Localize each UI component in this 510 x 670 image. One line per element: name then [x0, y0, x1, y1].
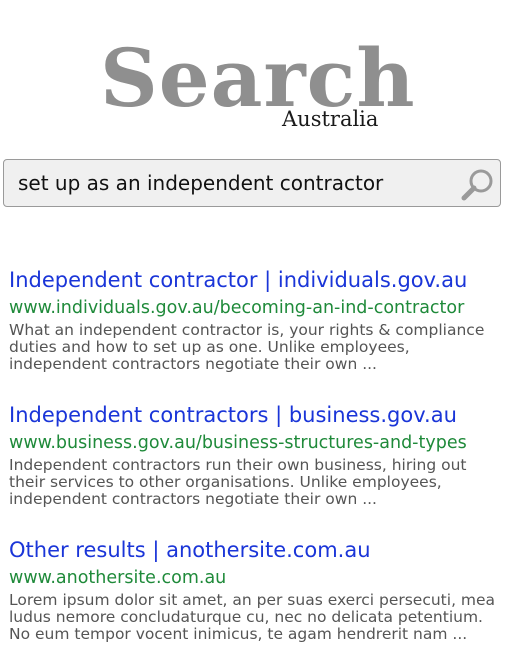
- result-snippet: Lorem ipsum dolor sit amet, an per suas …: [9, 591, 496, 643]
- result-title-link[interactable]: Independent contractors | business.gov.a…: [9, 400, 504, 430]
- result-url[interactable]: www.individuals.gov.au/becoming-an-ind-c…: [9, 295, 504, 321]
- logo-subtitle: Australia: [282, 107, 379, 131]
- result-title-link[interactable]: Other results | anothersite.com.au: [9, 535, 504, 565]
- result-snippet: What an independent contractor is, your …: [9, 321, 485, 373]
- result-item: Independent contractor | individuals.gov…: [9, 265, 504, 373]
- site-logo: Search Australia: [100, 30, 415, 131]
- result-item: Other results | anothersite.com.au www.a…: [9, 535, 504, 643]
- search-results: Independent contractor | individuals.gov…: [9, 265, 504, 670]
- result-snippet: Independent contractors run their own bu…: [9, 456, 467, 508]
- result-title-link[interactable]: Independent contractor | individuals.gov…: [9, 265, 504, 295]
- search-bar: [3, 159, 501, 207]
- result-url[interactable]: www.anothersite.com.au: [9, 565, 504, 591]
- search-icon[interactable]: [460, 167, 496, 201]
- result-item: Independent contractors | business.gov.a…: [9, 400, 504, 508]
- result-url[interactable]: www.business.gov.au/business-structures-…: [9, 430, 504, 456]
- search-input[interactable]: [18, 168, 448, 198]
